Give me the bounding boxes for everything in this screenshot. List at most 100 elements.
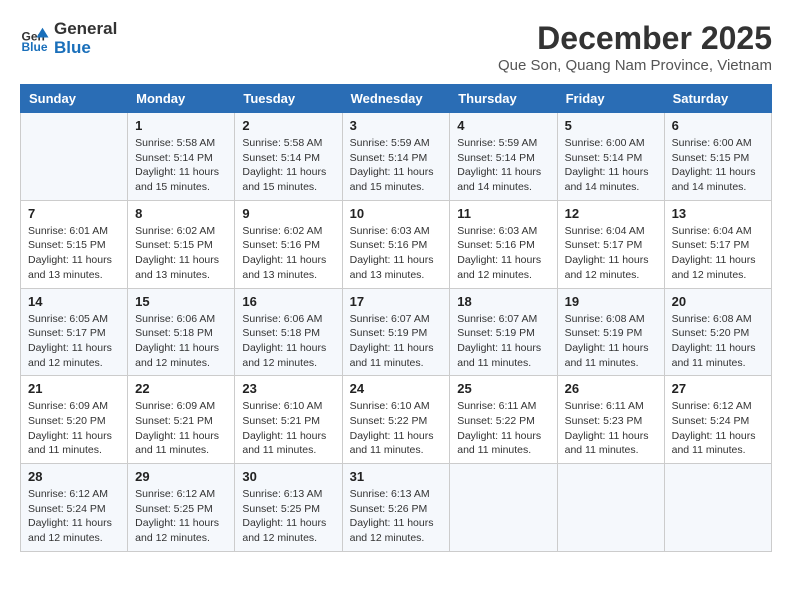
day-cell: 24 Sunrise: 6:10 AMSunset: 5:22 PMDaylig… [342, 376, 450, 464]
week-row-4: 28 Sunrise: 6:12 AMSunset: 5:24 PMDaylig… [21, 464, 772, 552]
day-cell: 18 Sunrise: 6:07 AMSunset: 5:19 PMDaylig… [450, 288, 557, 376]
day-cell: 9 Sunrise: 6:02 AMSunset: 5:16 PMDayligh… [235, 200, 342, 288]
week-row-1: 7 Sunrise: 6:01 AMSunset: 5:15 PMDayligh… [21, 200, 772, 288]
day-cell: 5 Sunrise: 6:00 AMSunset: 5:14 PMDayligh… [557, 113, 664, 201]
day-cell: 28 Sunrise: 6:12 AMSunset: 5:24 PMDaylig… [21, 464, 128, 552]
day-number: 5 [565, 118, 657, 133]
day-cell: 21 Sunrise: 6:09 AMSunset: 5:20 PMDaylig… [21, 376, 128, 464]
day-cell: 12 Sunrise: 6:04 AMSunset: 5:17 PMDaylig… [557, 200, 664, 288]
svg-text:Blue: Blue [22, 40, 48, 54]
day-info: Sunrise: 6:03 AMSunset: 5:16 PMDaylight:… [457, 225, 541, 281]
col-header-sunday: Sunday [21, 85, 128, 113]
day-cell: 19 Sunrise: 6:08 AMSunset: 5:19 PMDaylig… [557, 288, 664, 376]
calendar-table: SundayMondayTuesdayWednesdayThursdayFrid… [20, 84, 772, 552]
day-cell: 8 Sunrise: 6:02 AMSunset: 5:15 PMDayligh… [128, 200, 235, 288]
day-number: 22 [135, 381, 227, 396]
day-info: Sunrise: 6:00 AMSunset: 5:14 PMDaylight:… [565, 137, 649, 193]
day-info: Sunrise: 6:10 AMSunset: 5:21 PMDaylight:… [242, 400, 326, 456]
day-cell: 6 Sunrise: 6:00 AMSunset: 5:15 PMDayligh… [664, 113, 771, 201]
day-info: Sunrise: 6:00 AMSunset: 5:15 PMDaylight:… [672, 137, 756, 193]
day-info: Sunrise: 6:12 AMSunset: 5:25 PMDaylight:… [135, 488, 219, 544]
day-info: Sunrise: 6:07 AMSunset: 5:19 PMDaylight:… [350, 313, 434, 369]
day-info: Sunrise: 6:12 AMSunset: 5:24 PMDaylight:… [28, 488, 112, 544]
day-number: 9 [242, 206, 334, 221]
day-number: 15 [135, 294, 227, 309]
day-cell: 20 Sunrise: 6:08 AMSunset: 5:20 PMDaylig… [664, 288, 771, 376]
day-info: Sunrise: 5:58 AMSunset: 5:14 PMDaylight:… [242, 137, 326, 193]
day-number: 17 [350, 294, 443, 309]
logo-line2: Blue [54, 39, 117, 58]
day-info: Sunrise: 6:01 AMSunset: 5:15 PMDaylight:… [28, 225, 112, 281]
day-cell: 1 Sunrise: 5:58 AMSunset: 5:14 PMDayligh… [128, 113, 235, 201]
header-row: SundayMondayTuesdayWednesdayThursdayFrid… [21, 85, 772, 113]
col-header-friday: Friday [557, 85, 664, 113]
day-info: Sunrise: 6:06 AMSunset: 5:18 PMDaylight:… [135, 313, 219, 369]
day-number: 29 [135, 469, 227, 484]
day-number: 7 [28, 206, 120, 221]
day-number: 14 [28, 294, 120, 309]
day-cell: 26 Sunrise: 6:11 AMSunset: 5:23 PMDaylig… [557, 376, 664, 464]
day-cell [664, 464, 771, 552]
day-info: Sunrise: 6:09 AMSunset: 5:21 PMDaylight:… [135, 400, 219, 456]
week-row-2: 14 Sunrise: 6:05 AMSunset: 5:17 PMDaylig… [21, 288, 772, 376]
day-info: Sunrise: 5:59 AMSunset: 5:14 PMDaylight:… [350, 137, 434, 193]
day-info: Sunrise: 6:05 AMSunset: 5:17 PMDaylight:… [28, 313, 112, 369]
day-info: Sunrise: 6:04 AMSunset: 5:17 PMDaylight:… [565, 225, 649, 281]
day-number: 13 [672, 206, 764, 221]
day-info: Sunrise: 5:59 AMSunset: 5:14 PMDaylight:… [457, 137, 541, 193]
day-number: 31 [350, 469, 443, 484]
day-number: 6 [672, 118, 764, 133]
day-cell: 22 Sunrise: 6:09 AMSunset: 5:21 PMDaylig… [128, 376, 235, 464]
day-cell: 15 Sunrise: 6:06 AMSunset: 5:18 PMDaylig… [128, 288, 235, 376]
day-info: Sunrise: 5:58 AMSunset: 5:14 PMDaylight:… [135, 137, 219, 193]
day-cell: 11 Sunrise: 6:03 AMSunset: 5:16 PMDaylig… [450, 200, 557, 288]
day-number: 24 [350, 381, 443, 396]
day-number: 23 [242, 381, 334, 396]
day-cell: 3 Sunrise: 5:59 AMSunset: 5:14 PMDayligh… [342, 113, 450, 201]
day-cell: 7 Sunrise: 6:01 AMSunset: 5:15 PMDayligh… [21, 200, 128, 288]
logo-line1: General [54, 20, 117, 39]
day-cell: 13 Sunrise: 6:04 AMSunset: 5:17 PMDaylig… [664, 200, 771, 288]
day-number: 19 [565, 294, 657, 309]
month-year-title: December 2025 [498, 20, 772, 57]
day-cell [557, 464, 664, 552]
day-cell: 2 Sunrise: 5:58 AMSunset: 5:14 PMDayligh… [235, 113, 342, 201]
day-cell: 17 Sunrise: 6:07 AMSunset: 5:19 PMDaylig… [342, 288, 450, 376]
day-cell [450, 464, 557, 552]
col-header-tuesday: Tuesday [235, 85, 342, 113]
page-header: Gen Blue General Blue December 2025 Que … [20, 20, 772, 74]
day-number: 3 [350, 118, 443, 133]
day-info: Sunrise: 6:08 AMSunset: 5:20 PMDaylight:… [672, 313, 756, 369]
day-number: 21 [28, 381, 120, 396]
week-row-3: 21 Sunrise: 6:09 AMSunset: 5:20 PMDaylig… [21, 376, 772, 464]
day-cell: 31 Sunrise: 6:13 AMSunset: 5:26 PMDaylig… [342, 464, 450, 552]
logo-icon: Gen Blue [20, 24, 50, 54]
day-info: Sunrise: 6:04 AMSunset: 5:17 PMDaylight:… [672, 225, 756, 281]
day-info: Sunrise: 6:08 AMSunset: 5:19 PMDaylight:… [565, 313, 649, 369]
day-info: Sunrise: 6:11 AMSunset: 5:22 PMDaylight:… [457, 400, 541, 456]
day-number: 11 [457, 206, 549, 221]
day-info: Sunrise: 6:09 AMSunset: 5:20 PMDaylight:… [28, 400, 112, 456]
day-cell: 14 Sunrise: 6:05 AMSunset: 5:17 PMDaylig… [21, 288, 128, 376]
day-number: 4 [457, 118, 549, 133]
day-number: 16 [242, 294, 334, 309]
day-number: 8 [135, 206, 227, 221]
day-cell [21, 113, 128, 201]
logo: Gen Blue General Blue [20, 20, 117, 57]
day-info: Sunrise: 6:13 AMSunset: 5:26 PMDaylight:… [350, 488, 434, 544]
day-info: Sunrise: 6:06 AMSunset: 5:18 PMDaylight:… [242, 313, 326, 369]
day-number: 2 [242, 118, 334, 133]
day-number: 20 [672, 294, 764, 309]
day-number: 1 [135, 118, 227, 133]
col-header-wednesday: Wednesday [342, 85, 450, 113]
col-header-saturday: Saturday [664, 85, 771, 113]
location-subtitle: Que Son, Quang Nam Province, Vietnam [498, 57, 772, 74]
day-number: 28 [28, 469, 120, 484]
day-info: Sunrise: 6:13 AMSunset: 5:25 PMDaylight:… [242, 488, 326, 544]
col-header-thursday: Thursday [450, 85, 557, 113]
day-info: Sunrise: 6:11 AMSunset: 5:23 PMDaylight:… [565, 400, 649, 456]
day-cell: 30 Sunrise: 6:13 AMSunset: 5:25 PMDaylig… [235, 464, 342, 552]
day-number: 26 [565, 381, 657, 396]
day-info: Sunrise: 6:03 AMSunset: 5:16 PMDaylight:… [350, 225, 434, 281]
day-cell: 27 Sunrise: 6:12 AMSunset: 5:24 PMDaylig… [664, 376, 771, 464]
